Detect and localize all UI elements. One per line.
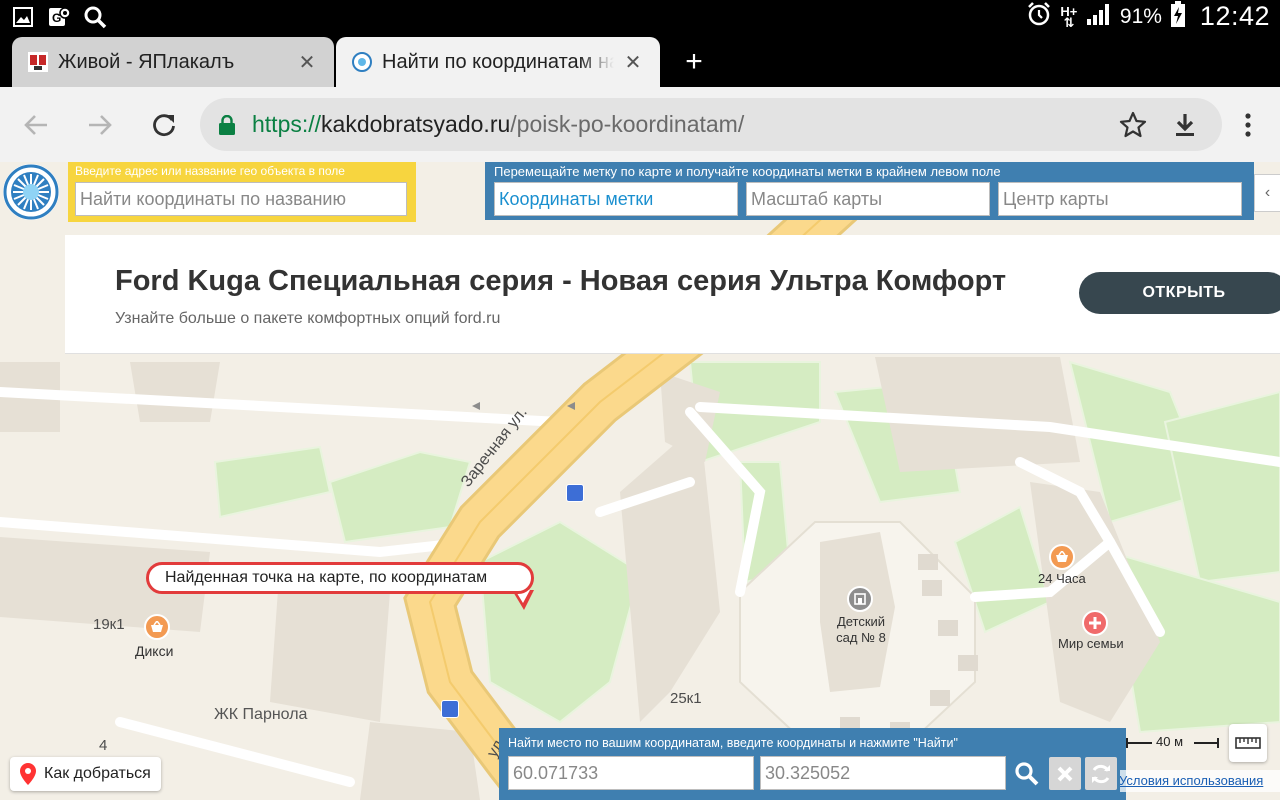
download-icon[interactable] (1170, 110, 1200, 140)
reload-icon (153, 114, 175, 137)
tab-coordinates[interactable]: Найти по координатам на карте ✕ (336, 37, 660, 87)
clear-button[interactable] (1049, 757, 1081, 790)
site-logo[interactable] (3, 164, 59, 220)
longitude-input[interactable] (760, 756, 1006, 790)
signal-icon (1086, 3, 1112, 31)
browser-toolbar: https://kakdobratsyado.ru/poisk-po-koord… (0, 87, 1280, 162)
battery-charging-icon (1170, 0, 1186, 33)
location-icon: G (46, 4, 72, 30)
find-button[interactable] (1011, 757, 1043, 790)
arrow-left-icon (24, 115, 47, 135)
forward-button[interactable] (82, 107, 118, 143)
address-bar[interactable]: https://kakdobratsyado.ru/poisk-po-koord… (200, 98, 1222, 151)
bus-stop-icon[interactable] (566, 484, 584, 502)
route-button[interactable]: Как добраться (10, 757, 161, 791)
menu-button[interactable] (1230, 107, 1266, 143)
ad-subtitle: Узнайте больше о пакете комфортных опций… (115, 310, 501, 327)
map-label-24-chasa: 24 Часа (1038, 571, 1086, 586)
panel-toggle-button[interactable]: ‹ (1254, 174, 1280, 212)
map[interactable]: Заречная ул. ул 19к1 Дикси 25к1 ЖК Парно… (0, 162, 1280, 800)
reload-button[interactable] (146, 107, 182, 143)
close-tab-icon[interactable]: ✕ (622, 51, 644, 74)
latitude-input[interactable] (508, 756, 754, 790)
name-search-panel: Введите адрес или название гео объекта в… (68, 162, 416, 222)
image-icon (10, 4, 36, 30)
map-scale: 40 м (1126, 734, 1220, 750)
tab-title: Живой - ЯПлакалъ (58, 50, 235, 73)
map-pin-icon (20, 763, 36, 785)
coordinate-search-hint: Найти место по вашим координатам, введит… (508, 736, 958, 750)
status-bar: G H+ ⇅ 91% 12:42 (0, 0, 1280, 33)
scale-label: 40 м (1156, 734, 1184, 749)
found-point-callout[interactable]: Найденная точка на карте, по координатам (146, 562, 534, 594)
marker-coordinates-panel: Перемещайте метку по карте и получайте к… (485, 162, 1254, 220)
battery-level: 91% (1119, 4, 1162, 28)
map-label-building-19k1: 19к1 (93, 616, 125, 633)
yaplakal-favicon-icon (28, 52, 48, 72)
pharmacy-cross-icon[interactable] (1082, 610, 1108, 636)
name-search-hint: Введите адрес или название гео объекта в… (75, 164, 345, 178)
search-icon (1015, 761, 1039, 785)
bookmark-star-icon[interactable] (1118, 110, 1148, 140)
marker-panel-hint: Перемещайте метку по карте и получайте к… (494, 164, 1001, 179)
map-label-zhk: ЖК Парнола (214, 706, 308, 723)
ad-banner[interactable]: Ford Kuga Специальная серия - Новая сери… (65, 235, 1280, 354)
map-label-building-25k1: 25к1 (670, 690, 702, 707)
arrow-right-icon (89, 115, 112, 135)
close-tab-icon[interactable]: ✕ (296, 51, 318, 74)
tab-strip: Живой - ЯПлакалъ ✕ Найти по координатам … (0, 33, 1280, 87)
map-label-dixi: Дикси (135, 643, 174, 659)
url-text: https://kakdobratsyado.ru/poisk-po-koord… (252, 111, 745, 137)
ruler-icon (1235, 737, 1261, 749)
close-icon (1057, 766, 1073, 781)
bus-stop-icon[interactable] (441, 700, 459, 718)
map-center-field[interactable] (998, 182, 1242, 216)
refresh-button[interactable] (1085, 757, 1117, 790)
lock-icon (219, 114, 235, 135)
terms-link[interactable]: Условия использования (1120, 770, 1280, 792)
map-label-kindergarten: Детский сад № 8 (836, 614, 886, 645)
new-tab-button[interactable]: + (678, 46, 710, 78)
tab-yaplakal[interactable]: Живой - ЯПлакалъ ✕ (12, 37, 334, 87)
coordinate-search-panel: Найти место по вашим координатам, введит… (499, 728, 1126, 800)
name-search-input[interactable] (75, 182, 407, 216)
tab-title: Найти по координатам на карте (382, 50, 614, 73)
more-vert-icon (1245, 113, 1251, 137)
refresh-icon (1092, 764, 1110, 783)
map-label-building-4: 4 (99, 737, 108, 754)
search-icon (82, 4, 108, 30)
clock: 12:42 (1199, 1, 1270, 31)
back-button[interactable] (18, 107, 54, 143)
shop-basket-icon[interactable] (144, 614, 170, 640)
map-label-mir-semyi: Мир семьи (1058, 636, 1124, 651)
kindergarten-icon[interactable] (847, 586, 873, 612)
network-icon: H+ ⇅ (1060, 3, 1078, 30)
ruler-button[interactable] (1229, 724, 1267, 762)
marker-coordinates-field[interactable] (494, 182, 738, 216)
shop-basket-icon[interactable] (1049, 544, 1075, 570)
ad-title[interactable]: Ford Kuga Специальная серия - Новая сери… (115, 265, 1006, 298)
route-button-label: Как добраться (44, 765, 151, 782)
map-zoom-field[interactable] (746, 182, 990, 216)
compass-logo-icon (3, 164, 59, 220)
ad-open-button[interactable]: ОТКРЫТЬ (1079, 272, 1280, 314)
site-favicon-icon (352, 52, 372, 72)
alarm-icon (1026, 1, 1052, 33)
